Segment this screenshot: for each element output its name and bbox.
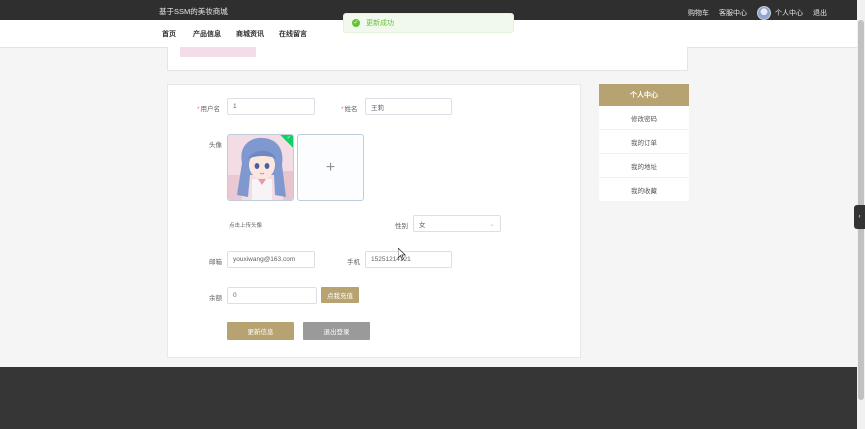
nav-item-products[interactable]: 产品信息 <box>193 29 221 39</box>
check-circle-icon: ✓ <box>352 19 360 27</box>
top-links: 购物车 客服中心 个人中心 退出 <box>688 6 827 20</box>
name-input[interactable]: 王莉 <box>365 98 452 115</box>
anime-avatar-image <box>228 135 293 200</box>
avatar-thumbnail <box>180 47 256 57</box>
side-item-my-address[interactable]: 我的地址 <box>599 154 689 178</box>
side-item-my-favorites[interactable]: 我的收藏 <box>599 178 689 202</box>
messages-link[interactable]: 客服中心 <box>719 8 747 18</box>
recharge-button[interactable]: 点我充值 <box>321 287 359 303</box>
user-avatar-icon[interactable] <box>757 6 771 20</box>
gender-value: 女 <box>419 221 426 229</box>
success-toast: ✓ 更新成功 <box>343 13 514 33</box>
logout-link[interactable]: 退出 <box>813 8 827 18</box>
phone-input[interactable]: 15251214121 <box>365 251 452 268</box>
toast-message: 更新成功 <box>366 20 394 27</box>
mouse-cursor-icon <box>398 248 406 260</box>
username-label: *用户名 <box>197 106 221 113</box>
nav-item-home[interactable]: 首页 <box>162 29 176 39</box>
nav-item-news[interactable]: 商城资讯 <box>236 29 264 39</box>
brand-title: 基于SSM的美妆商城 <box>159 7 228 16</box>
side-item-my-orders[interactable]: 我的订单 <box>599 130 689 154</box>
update-info-button[interactable]: 更新信息 <box>227 322 294 340</box>
page-footer <box>0 367 857 429</box>
upload-hint: 点击上传头像 <box>229 223 263 229</box>
logout-button[interactable]: 退出登录 <box>303 322 370 340</box>
gender-select[interactable]: 女 ⌄ <box>413 215 501 232</box>
cart-link[interactable]: 购物车 <box>688 8 709 18</box>
previous-card <box>167 47 688 71</box>
check-icon: ✓ <box>286 135 291 141</box>
balance-input[interactable]: 0 <box>227 287 317 304</box>
side-item-change-password[interactable]: 修改密码 <box>599 106 689 130</box>
name-label: *姓名 <box>341 106 358 113</box>
email-label: 邮箱 <box>209 259 222 266</box>
nav-item-message-board[interactable]: 在线留言 <box>279 29 307 39</box>
chevron-left-icon: ‹ <box>858 214 861 220</box>
chevron-down-icon: ⌄ <box>489 220 495 228</box>
username-input[interactable]: 1 <box>227 98 315 115</box>
side-expand-tab[interactable]: ‹ <box>854 205 865 229</box>
side-menu-title[interactable]: 个人中心 <box>599 84 689 106</box>
balance-label: 余额 <box>209 295 222 302</box>
email-input[interactable]: youxiwang@163.com <box>227 251 315 268</box>
gender-label: 性别 <box>395 223 408 230</box>
upload-avatar-button[interactable]: + <box>297 134 364 201</box>
uploaded-avatar[interactable]: ✓ <box>227 134 294 201</box>
user-side-menu: 个人中心 修改密码 我的订单 我的地址 我的收藏 <box>599 84 689 202</box>
profile-link[interactable]: 个人中心 <box>775 8 803 18</box>
phone-label: 手机 <box>347 259 360 266</box>
avatar-label: 头像 <box>209 142 222 149</box>
